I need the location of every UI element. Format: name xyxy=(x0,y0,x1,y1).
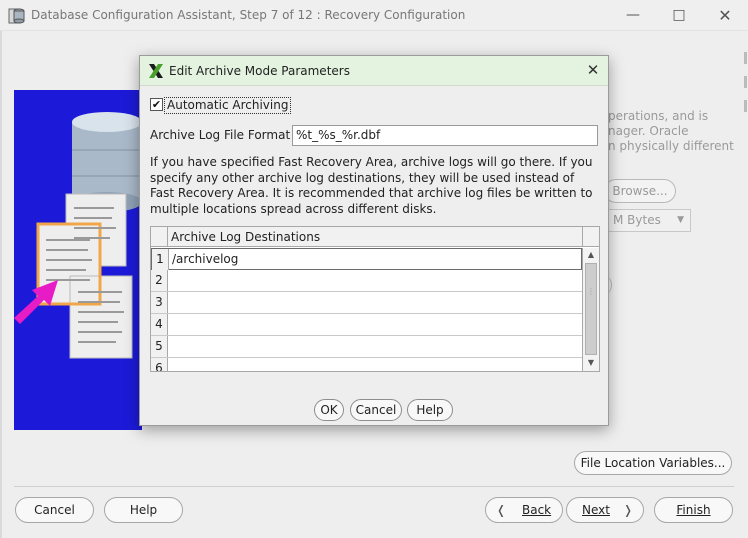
table-scrollbar[interactable]: ▲ ⋮ ▼ xyxy=(582,248,599,371)
chevron-down-icon: ▼ xyxy=(677,215,684,225)
table-body: 1 /archivelog 2 3 4 5 6 xyxy=(151,248,582,371)
automatic-archiving-label: Automatic Archiving xyxy=(164,97,292,114)
window-title: Database Configuration Assistant, Step 7… xyxy=(31,8,466,22)
next-button-label: Next xyxy=(582,503,610,517)
file-location-variables-button[interactable]: File Location Variables... xyxy=(574,451,732,475)
maximize-icon[interactable]: □ xyxy=(656,0,702,31)
table-header: Archive Log Destinations xyxy=(151,227,599,247)
grip-icon: ⋮ xyxy=(587,287,595,296)
help-button[interactable]: Help xyxy=(104,497,183,523)
archive-log-destinations-table: Archive Log Destinations 1 /archivelog 2… xyxy=(150,226,600,372)
step-illustration xyxy=(14,90,142,430)
row-number: 3 xyxy=(151,292,168,313)
archive-destinations-info: If you have specified Fast Recovery Area… xyxy=(150,155,593,216)
dialog-titlebar: Edit Archive Mode Parameters ✕ xyxy=(140,56,608,86)
finish-button[interactable]: Finish xyxy=(654,497,733,523)
cancel-button[interactable]: Cancel xyxy=(15,497,94,523)
row-number: 4 xyxy=(151,314,168,335)
back-button[interactable]: ❬ Back xyxy=(485,497,563,523)
help-button-label: Help xyxy=(129,503,158,517)
background-text-line: n physically different xyxy=(608,139,734,153)
back-button-label: Back xyxy=(522,503,552,517)
table-row[interactable]: 5 xyxy=(151,336,582,358)
table-row[interactable]: 3 xyxy=(151,292,582,314)
size-unit-select[interactable]: M Bytes ▼ xyxy=(606,209,691,232)
next-button[interactable]: Next ❭ xyxy=(566,497,644,523)
ok-button-label: OK xyxy=(320,403,338,417)
row-number: 2 xyxy=(151,270,168,291)
row-number: 5 xyxy=(151,336,168,357)
table-row[interactable]: 2 xyxy=(151,270,582,292)
row-number: 1 xyxy=(152,249,169,270)
chevron-left-icon: ❬ xyxy=(496,503,507,517)
oracle-x-icon xyxy=(149,64,163,78)
dialog-title: Edit Archive Mode Parameters xyxy=(169,64,350,78)
archive-log-format-label: Archive Log File Format xyxy=(150,128,291,142)
database-app-icon xyxy=(8,8,25,24)
minimize-icon[interactable]: — xyxy=(610,0,656,31)
table-row[interactable]: 4 xyxy=(151,314,582,336)
size-unit-value: M Bytes xyxy=(613,213,661,227)
background-text-line: perations, and is xyxy=(608,109,709,123)
window-left-edge xyxy=(0,31,2,538)
archive-log-format-input[interactable]: %t_%s_%r.dbf xyxy=(292,125,598,146)
dialog-help-label: Help xyxy=(416,403,444,417)
database-archive-illustration xyxy=(14,112,142,359)
table-row[interactable]: 6 xyxy=(151,358,582,371)
close-icon[interactable]: ✕ xyxy=(702,0,748,31)
scroll-up-icon[interactable]: ▲ xyxy=(583,248,599,262)
table-header-scroll-cap xyxy=(582,227,599,247)
finish-button-label: Finish xyxy=(676,503,711,517)
table-corner xyxy=(151,227,168,247)
window-scrollbar[interactable] xyxy=(744,40,748,460)
browse-button[interactable]: Browse... xyxy=(604,179,676,203)
footer-divider xyxy=(14,486,734,487)
ok-button[interactable]: OK xyxy=(314,399,344,421)
destination-cell[interactable]: /archivelog xyxy=(172,249,238,270)
table-row[interactable]: 1 /archivelog xyxy=(151,248,582,270)
dialog-cancel-button[interactable]: Cancel xyxy=(350,399,402,421)
background-text-line: nager. Oracle xyxy=(608,124,689,138)
dialog-cancel-label: Cancel xyxy=(355,403,397,417)
column-header-destinations[interactable]: Archive Log Destinations xyxy=(171,230,320,244)
chevron-right-icon: ❭ xyxy=(623,503,634,517)
window-titlebar: Database Configuration Assistant, Step 7… xyxy=(0,0,748,31)
scroll-down-icon[interactable]: ▼ xyxy=(583,356,599,370)
close-icon[interactable]: ✕ xyxy=(583,60,603,80)
scrollbar-thumb[interactable] xyxy=(585,263,597,355)
checkmark-icon[interactable]: ✔ xyxy=(150,98,163,111)
edit-archive-mode-dialog: Edit Archive Mode Parameters ✕ ✔ Automat… xyxy=(139,55,609,426)
row-number: 6 xyxy=(151,358,168,371)
cancel-button-label: Cancel xyxy=(34,503,75,517)
dialog-help-button[interactable]: Help xyxy=(407,399,453,421)
